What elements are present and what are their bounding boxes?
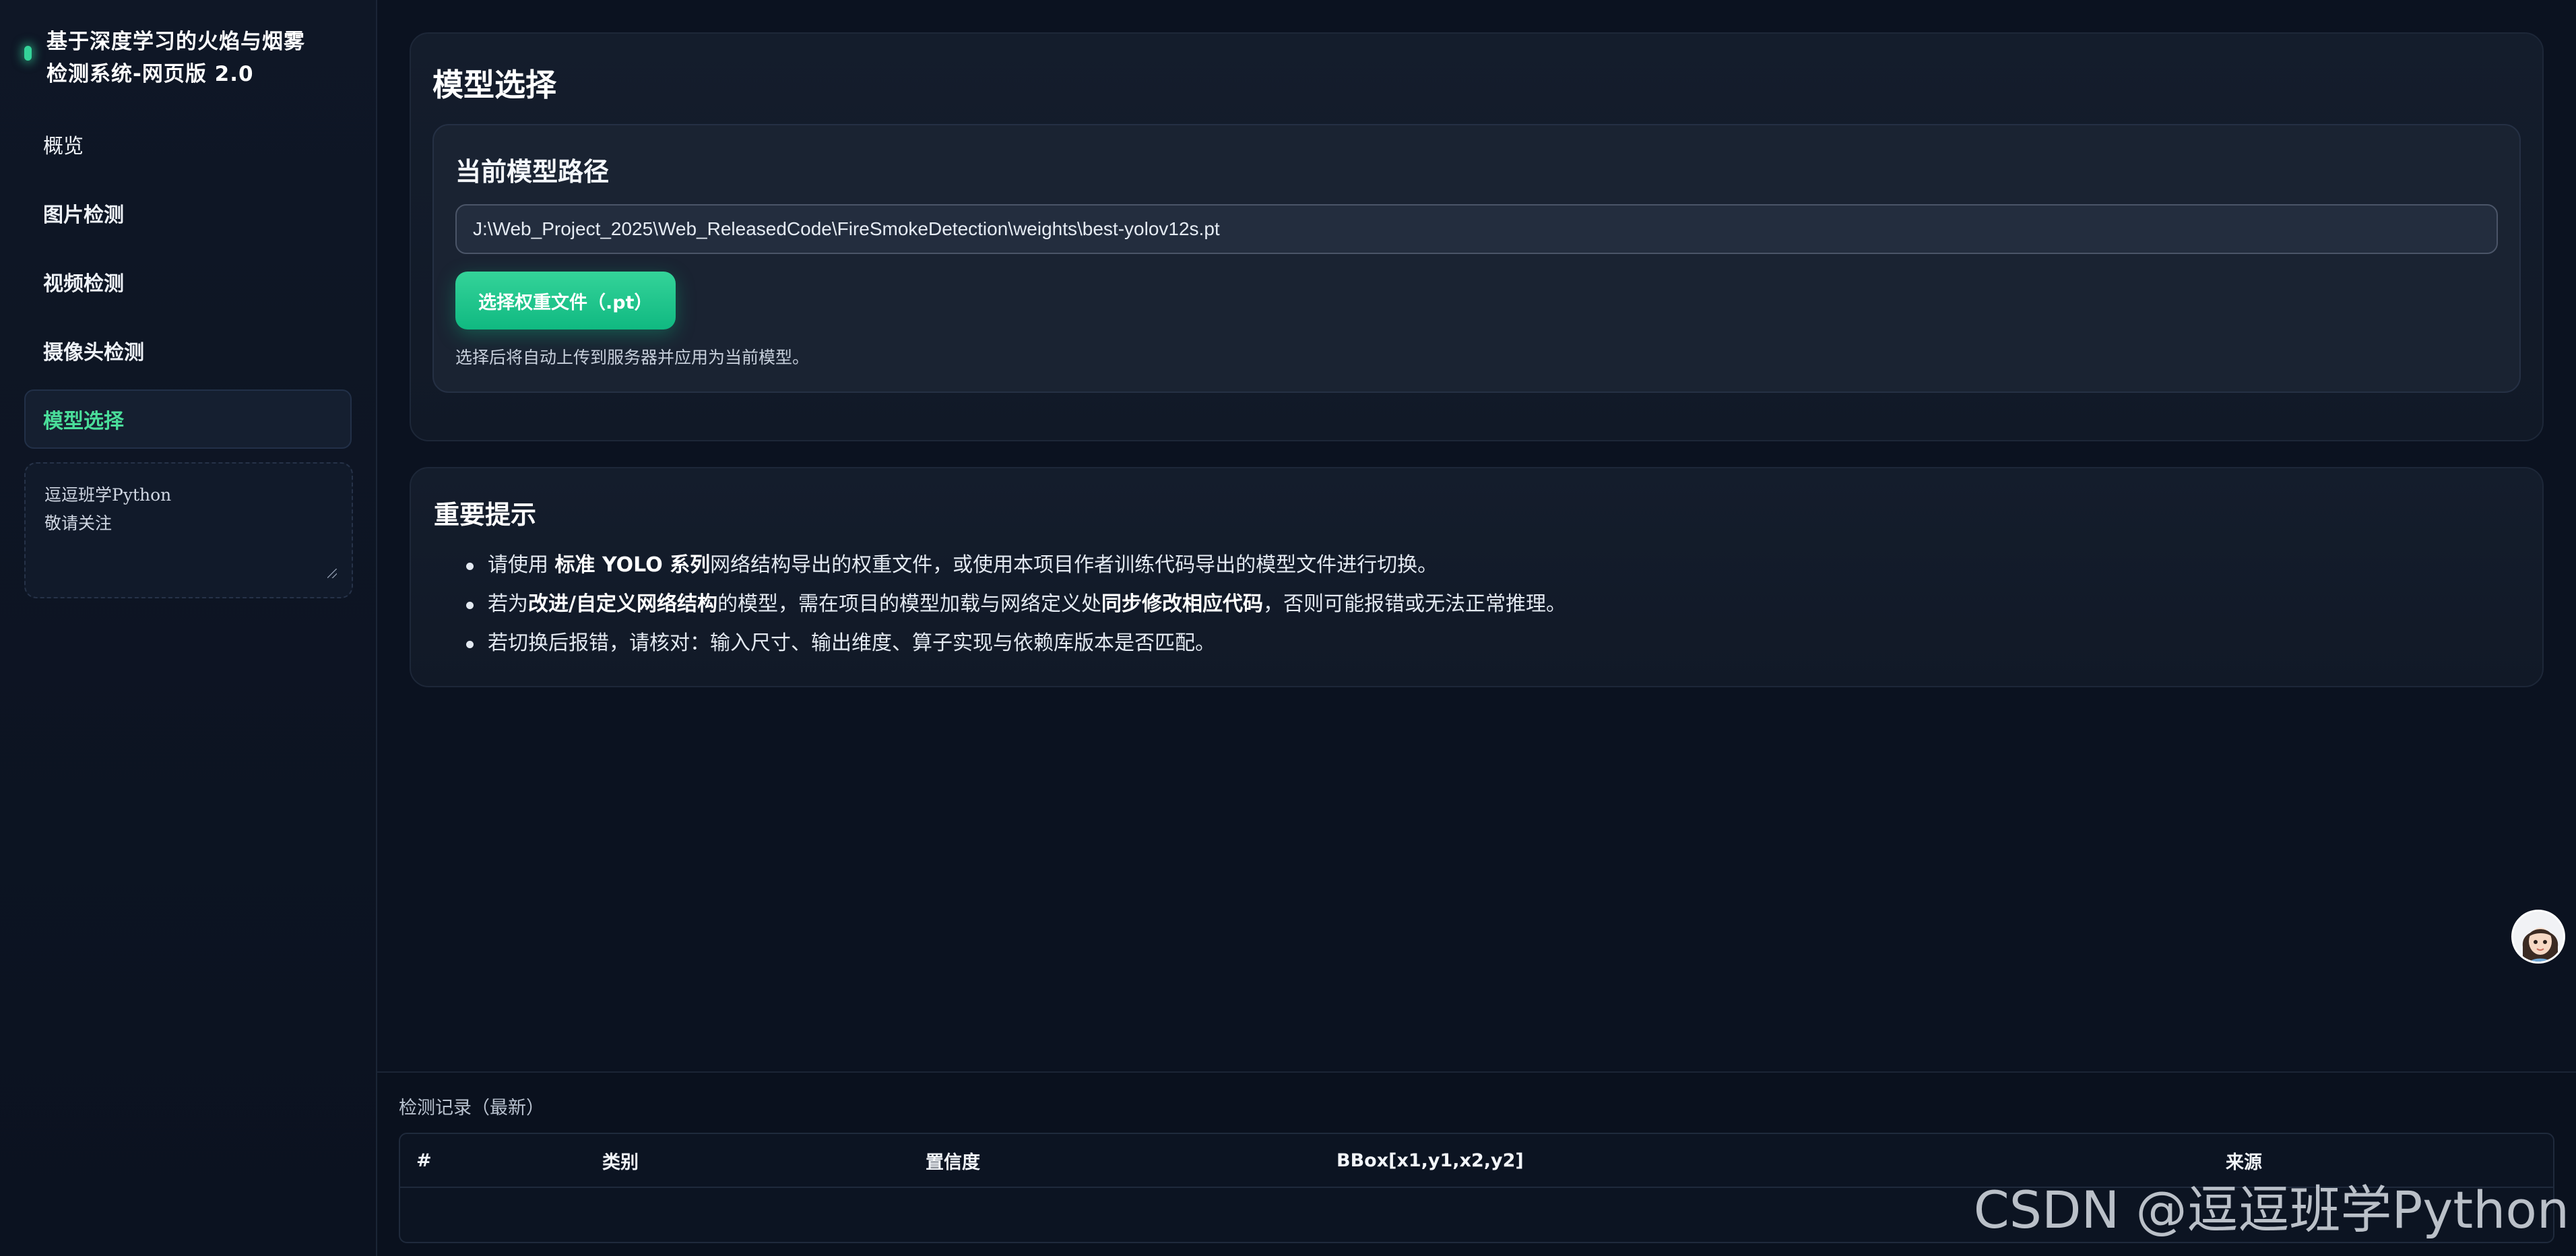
column-header-class: 类别 [602,1152,639,1173]
watermark-text: CSDN @逗逗班学Python [1973,1180,2569,1240]
tips-list: 请使用 标准 YOLO 系列网络结构导出的权重文件，或使用本项目作者训练代码导出… [434,546,2519,663]
model-path-panel: 当前模型路径 选择权重文件（.pt） 选择后将自动上传到服务器并应用为当前模型。 [432,124,2521,393]
app-title-line1: 基于深度学习的火焰与烟雾 [46,30,305,54]
tip-item-1: 请使用 标准 YOLO 系列网络结构导出的权重文件，或使用本项目作者训练代码导出… [466,546,2519,585]
app-root: 基于深度学习的火焰与烟雾 检测系统-网页版 2.0 概览 图片检测 视频检测 摄… [0,0,2576,1256]
note-line-2: 敬请关注 [44,513,112,533]
main-content: 模型选择 当前模型路径 选择权重文件（.pt） 选择后将自动上传到服务器并应用为… [377,0,2576,1256]
assistant-avatar-icon[interactable] [2511,910,2565,964]
model-path-input[interactable] [455,204,2498,254]
sidebar-item-overview[interactable]: 概览 [24,115,352,174]
app-title: 基于深度学习的火焰与烟雾 检测系统-网页版 2.0 [46,26,305,90]
page-title: 模型选择 [432,67,556,103]
note-textarea[interactable]: 逗逗班学Python 敬请关注 [24,462,353,598]
sidebar-item-model-select[interactable]: 模型选择 [24,389,352,449]
column-header-confidence: 置信度 [926,1152,980,1173]
tip-item-2: 若为改进/自定义网络结构的模型，需在项目的模型加载与网络定义处同步修改相应代码，… [466,585,2519,624]
app-title-line2: 检测系统-网页版 2.0 [46,62,254,86]
tip-item-3: 若切换后报错，请核对：输入尺寸、输出维度、算子实现与依赖库版本是否匹配。 [466,624,2519,663]
records-label: 检测记录（最新） [399,1098,544,1119]
note-line-1: 逗逗班学Python [44,485,172,505]
column-header-index: # [416,1150,432,1171]
current-path-title: 当前模型路径 [455,157,610,187]
status-dot-icon [24,46,32,61]
sidebar-item-camera-detection[interactable]: 摄像头检测 [24,321,352,380]
sidebar: 基于深度学习的火焰与烟雾 检测系统-网页版 2.0 概览 图片检测 视频检测 摄… [0,0,377,1256]
tips-title: 重要提示 [434,500,537,530]
tips-card: 重要提示 请使用 标准 YOLO 系列网络结构导出的权重文件，或使用本项目作者训… [410,467,2544,687]
column-header-bbox: BBox[x1,y1,x2,y2] [1337,1150,1524,1171]
upload-hint: 选择后将自动上传到服务器并应用为当前模型。 [455,348,810,367]
sidebar-item-video-detection[interactable]: 视频检测 [24,252,352,311]
choose-weights-button[interactable]: 选择权重文件（.pt） [455,272,676,329]
sidebar-item-image-detection[interactable]: 图片检测 [24,183,352,243]
brand: 基于深度学习的火焰与烟雾 检测系统-网页版 2.0 [24,26,352,90]
resize-grip-icon[interactable] [327,569,337,578]
model-select-card: 模型选择 当前模型路径 选择权重文件（.pt） 选择后将自动上传到服务器并应用为… [410,32,2544,441]
